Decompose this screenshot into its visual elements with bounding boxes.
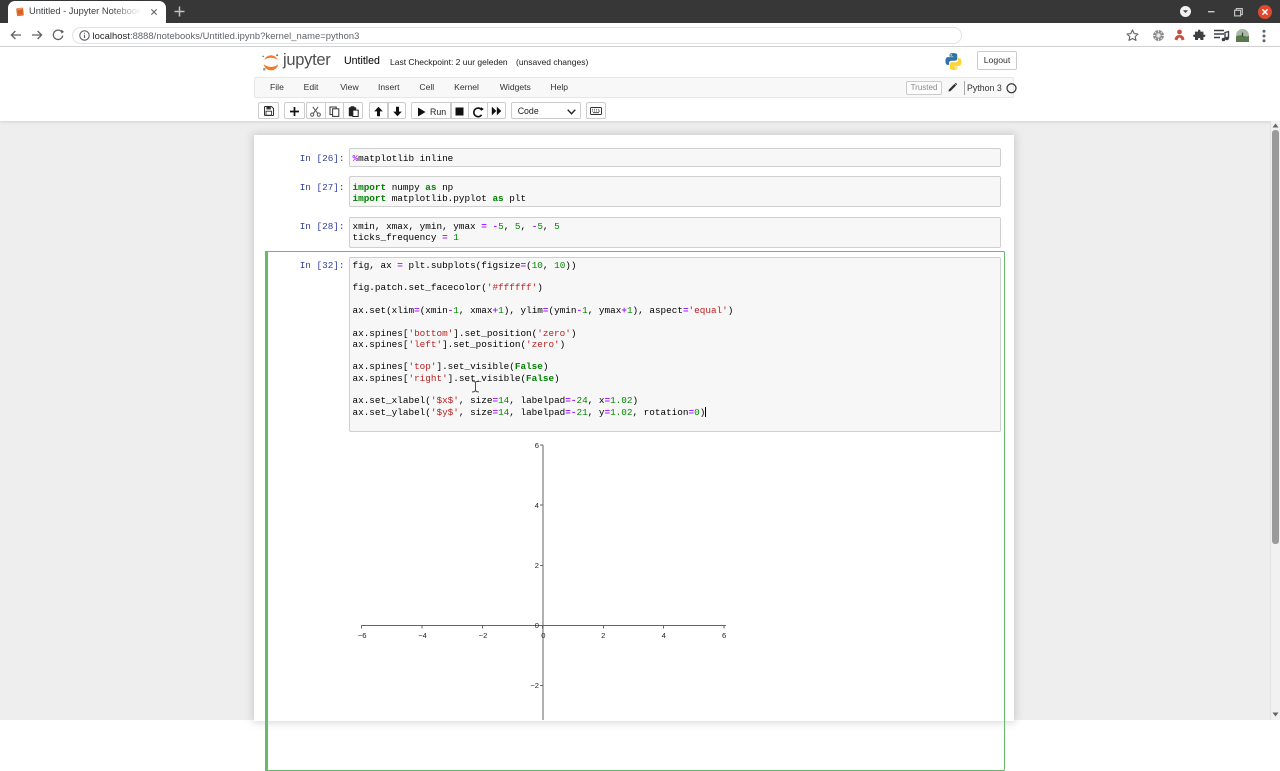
- svg-text:−4: −4: [418, 631, 427, 640]
- svg-text:4: 4: [535, 501, 539, 510]
- svg-text:6: 6: [722, 631, 726, 640]
- svg-text:−2: −2: [479, 631, 488, 640]
- svg-text:2: 2: [601, 631, 605, 640]
- svg-text:2: 2: [535, 561, 539, 570]
- svg-text:6: 6: [535, 441, 539, 450]
- svg-text:0: 0: [541, 631, 545, 640]
- svg-text:0: 0: [535, 621, 539, 630]
- svg-text:4: 4: [662, 631, 666, 640]
- svg-text:−6: −6: [358, 631, 367, 640]
- svg-text:−2: −2: [530, 681, 539, 690]
